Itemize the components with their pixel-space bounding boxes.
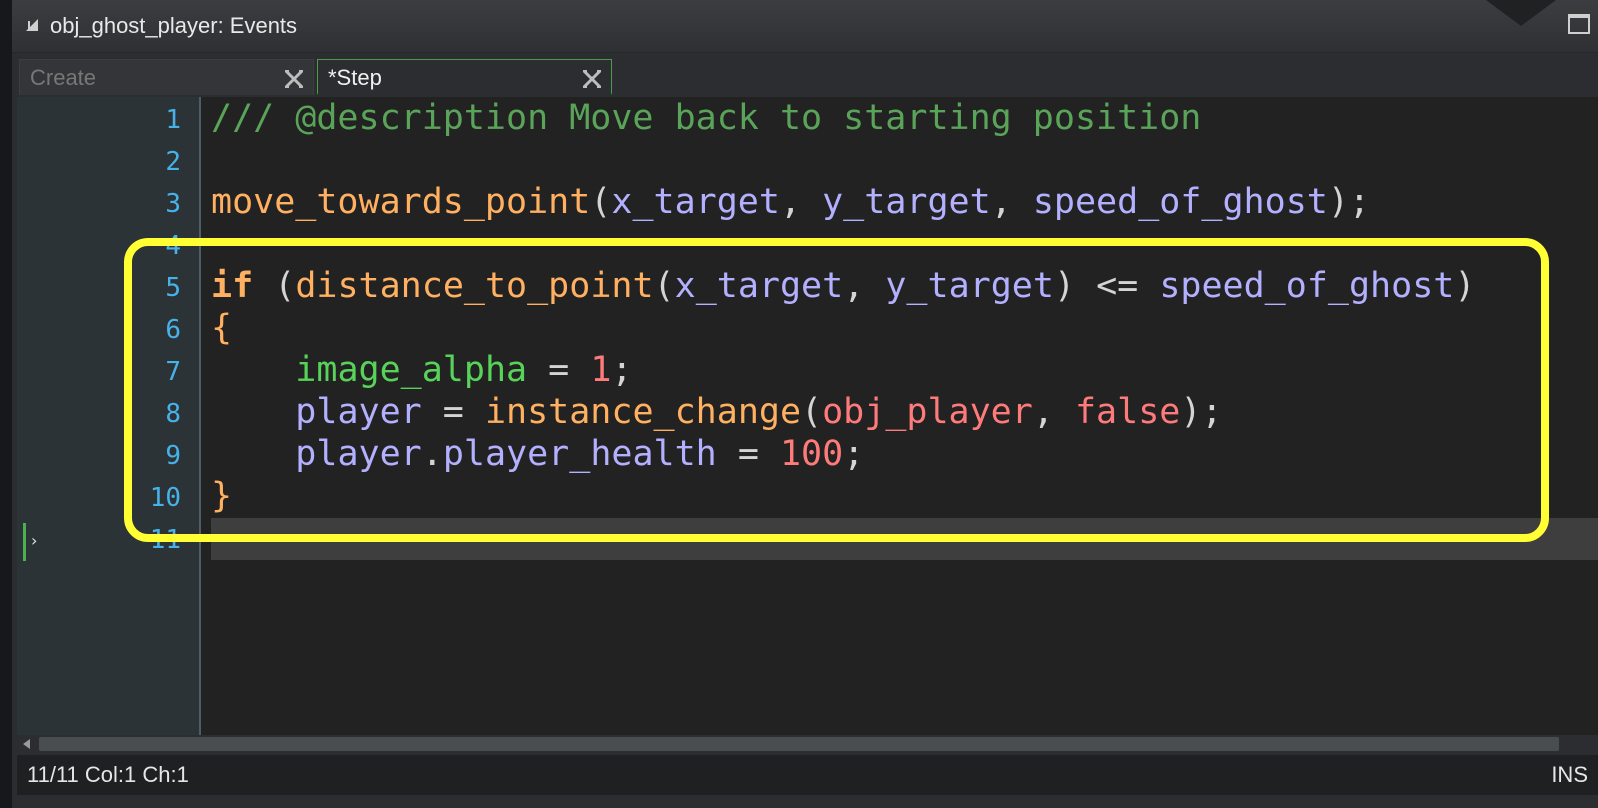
- annotation-highlight-box: [124, 238, 1549, 542]
- chevron-right-icon[interactable]: ›: [31, 531, 37, 550]
- cursor-position: 11/11 Col:1 Ch:1: [27, 762, 189, 787]
- tab-bar: Create *Step: [12, 53, 1598, 97]
- code-variable: x_target: [611, 182, 780, 222]
- line-number: 1: [165, 105, 181, 135]
- code-comment: /// @description Move back to starting p…: [211, 98, 1202, 138]
- tab-create-label: Create: [30, 65, 97, 90]
- tab-create[interactable]: Create: [19, 59, 314, 95]
- code-variable: y_target: [822, 182, 991, 222]
- close-icon[interactable]: [283, 68, 305, 90]
- resize-grip-icon[interactable]: [24, 17, 40, 33]
- scroll-left-icon[interactable]: [20, 737, 34, 751]
- code-variable: speed_of_ghost: [1032, 182, 1328, 222]
- title-notch-decoration: [1486, 0, 1556, 26]
- horizontal-scrollbar[interactable]: [17, 736, 1598, 752]
- status-bar: 11/11 Col:1 Ch:1 INS: [17, 755, 1598, 795]
- events-window: obj_ghost_player: Events Create *Step 1 …: [12, 0, 1598, 808]
- tab-step[interactable]: *Step: [317, 59, 612, 95]
- title-bar[interactable]: obj_ghost_player: Events: [12, 0, 1598, 53]
- code-function: move_towards_point: [211, 182, 591, 222]
- insert-mode-indicator: INS: [1551, 762, 1588, 787]
- maximize-icon[interactable]: [1568, 14, 1590, 34]
- window-title: obj_ghost_player: Events: [50, 13, 298, 38]
- tab-step-label: *Step: [328, 65, 382, 90]
- code-line-1[interactable]: /// @description Move back to starting p…: [211, 97, 1201, 139]
- line-number: 2: [165, 147, 181, 177]
- code-line-3[interactable]: move_towards_point(x_target, y_target, s…: [211, 181, 1370, 223]
- scrollbar-thumb[interactable]: [39, 737, 1559, 751]
- line-number: 3: [165, 189, 181, 219]
- close-icon[interactable]: [581, 68, 603, 90]
- current-line-marker: [23, 523, 26, 561]
